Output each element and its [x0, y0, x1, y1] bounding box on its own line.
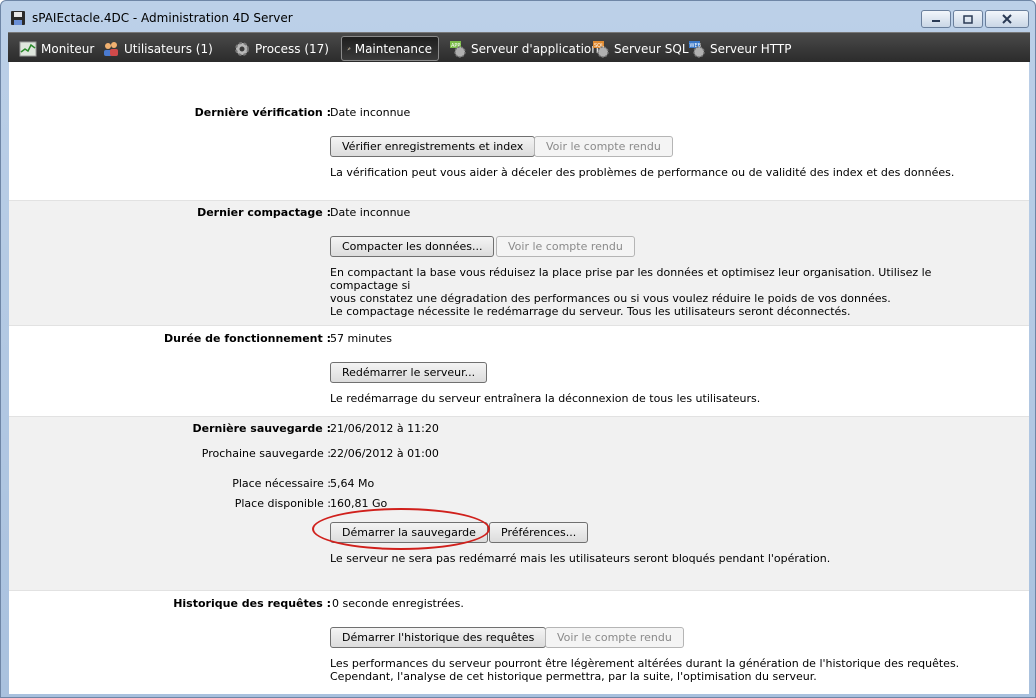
users-icon	[104, 41, 118, 56]
title-bar[interactable]: sPAIEctacle.4DC - Administration 4D Serv…	[1, 1, 1035, 33]
close-icon	[1002, 14, 1012, 24]
space-needed-value: 5,64 Mo	[330, 477, 375, 490]
compaction-description-line: Le compactage nécessite le redémarrage d…	[330, 305, 851, 318]
tab-utilisateurs[interactable]: Utilisateurs (1)	[97, 36, 219, 61]
verify-records-button[interactable]: Vérifier enregistrements et index	[330, 136, 536, 157]
compact-data-button[interactable]: Compacter les données...	[330, 236, 495, 257]
request-log-description-line: Les performances du serveur pourront êtr…	[330, 657, 960, 670]
space-available-value: 160,81 Go	[330, 497, 388, 510]
tab-label: Process (17)	[255, 41, 329, 56]
request-log-value: 0 seconde enregistrées.	[332, 597, 464, 610]
app-window: sPAIEctacle.4DC - Administration 4D Serv…	[0, 0, 1036, 698]
floppy-disk-icon	[11, 11, 25, 25]
verification-description: La vérification peut vous aider à décele…	[330, 166, 955, 179]
request-log-description-line: Cependant, l'analyse de cet historique p…	[330, 670, 817, 683]
backup-preferences-button[interactable]: Préférences...	[489, 522, 589, 543]
next-backup-value: 22/06/2012 à 01:00	[330, 447, 439, 460]
verification-value: Date inconnue	[330, 106, 411, 119]
start-request-log-button[interactable]: Démarrer l'historique des requêtes	[330, 627, 547, 648]
request-log-report-button[interactable]: Voir le compte rendu	[545, 627, 684, 648]
maintenance-panel: Dernière vérification : Date inconnue Vé…	[9, 62, 1029, 694]
uptime-description: Le redémarrage du serveur entraînera la …	[330, 392, 761, 405]
start-backup-button[interactable]: Démarrer la sauvegarde	[330, 522, 488, 543]
tab-maintenance[interactable]: Maintenance	[341, 36, 439, 61]
last-backup-value: 21/06/2012 à 11:20	[330, 422, 439, 435]
uptime-label: Durée de fonctionnement :	[164, 332, 331, 345]
tab-serveur-sql[interactable]: SQL Serveur SQL	[587, 36, 695, 61]
maximize-button[interactable]	[953, 10, 983, 28]
uptime-section: Durée de fonctionnement : 57 minutes Red…	[9, 326, 1029, 416]
backup-section: Dernière sauvegarde : 21/06/2012 à 11:20…	[9, 416, 1029, 591]
last-backup-label: Dernière sauvegarde :	[192, 422, 331, 435]
maximize-icon	[963, 14, 973, 24]
tab-moniteur[interactable]: Moniteur	[14, 36, 100, 61]
tab-label: Utilisateurs (1)	[124, 41, 213, 56]
restart-server-button[interactable]: Redémarrer le serveur...	[330, 362, 488, 383]
tab-serveur-application[interactable]: APP Serveur d'application	[444, 36, 605, 61]
request-log-description: Les performances du serveur pourront êtr…	[330, 657, 980, 683]
window-title: sPAIEctacle.4DC - Administration 4D Serv…	[32, 11, 293, 25]
compaction-value: Date inconnue	[330, 206, 411, 219]
minimize-icon	[932, 20, 940, 22]
monitor-chart-icon	[19, 41, 37, 56]
close-button[interactable]	[985, 10, 1029, 28]
wrench-tools-icon	[347, 46, 351, 50]
compaction-section: Dernier compactage : Date inconnue Compa…	[9, 200, 1029, 326]
http-server-icon: WEB	[689, 40, 705, 58]
uptime-value: 57 minutes	[330, 332, 393, 345]
compaction-description: En compactant la base vous réduisez la p…	[330, 266, 980, 318]
compaction-report-button[interactable]: Voir le compte rendu	[496, 236, 635, 257]
compaction-label: Dernier compactage :	[197, 206, 331, 219]
sql-server-icon: SQL	[593, 40, 609, 58]
tab-label: Serveur d'application	[471, 41, 599, 56]
main-toolbar: Moniteur Utilisateurs (1) Process (17) M…	[8, 32, 1030, 62]
verification-label: Dernière vérification :	[194, 106, 331, 119]
gear-icon	[235, 41, 249, 56]
tab-label: Moniteur	[41, 41, 95, 56]
compaction-description-line: vous constatez une dégradation des perfo…	[330, 292, 891, 305]
space-available-label: Place disponible :	[234, 497, 331, 510]
tab-process[interactable]: Process (17)	[228, 36, 335, 61]
backup-description: Le serveur ne sera pas redémarré mais le…	[330, 552, 831, 565]
tab-serveur-http[interactable]: WEB Serveur HTTP	[683, 36, 797, 61]
tab-label: Serveur HTTP	[710, 41, 792, 56]
tab-label: Maintenance	[354, 41, 432, 56]
space-needed-label: Place nécessaire :	[232, 477, 331, 490]
tab-label: Serveur SQL	[614, 41, 689, 56]
request-log-section: Historique des requêtes : 0 seconde enre…	[9, 591, 1029, 694]
next-backup-label: Prochaine sauvegarde :	[201, 447, 331, 460]
compaction-description-line: En compactant la base vous réduisez la p…	[330, 266, 932, 292]
app-server-icon: APP	[450, 40, 466, 58]
verification-report-button[interactable]: Voir le compte rendu	[534, 136, 673, 157]
request-log-label: Historique des requêtes :	[173, 597, 331, 610]
minimize-button[interactable]	[921, 10, 951, 28]
verification-section: Dernière vérification : Date inconnue Vé…	[9, 62, 1029, 200]
